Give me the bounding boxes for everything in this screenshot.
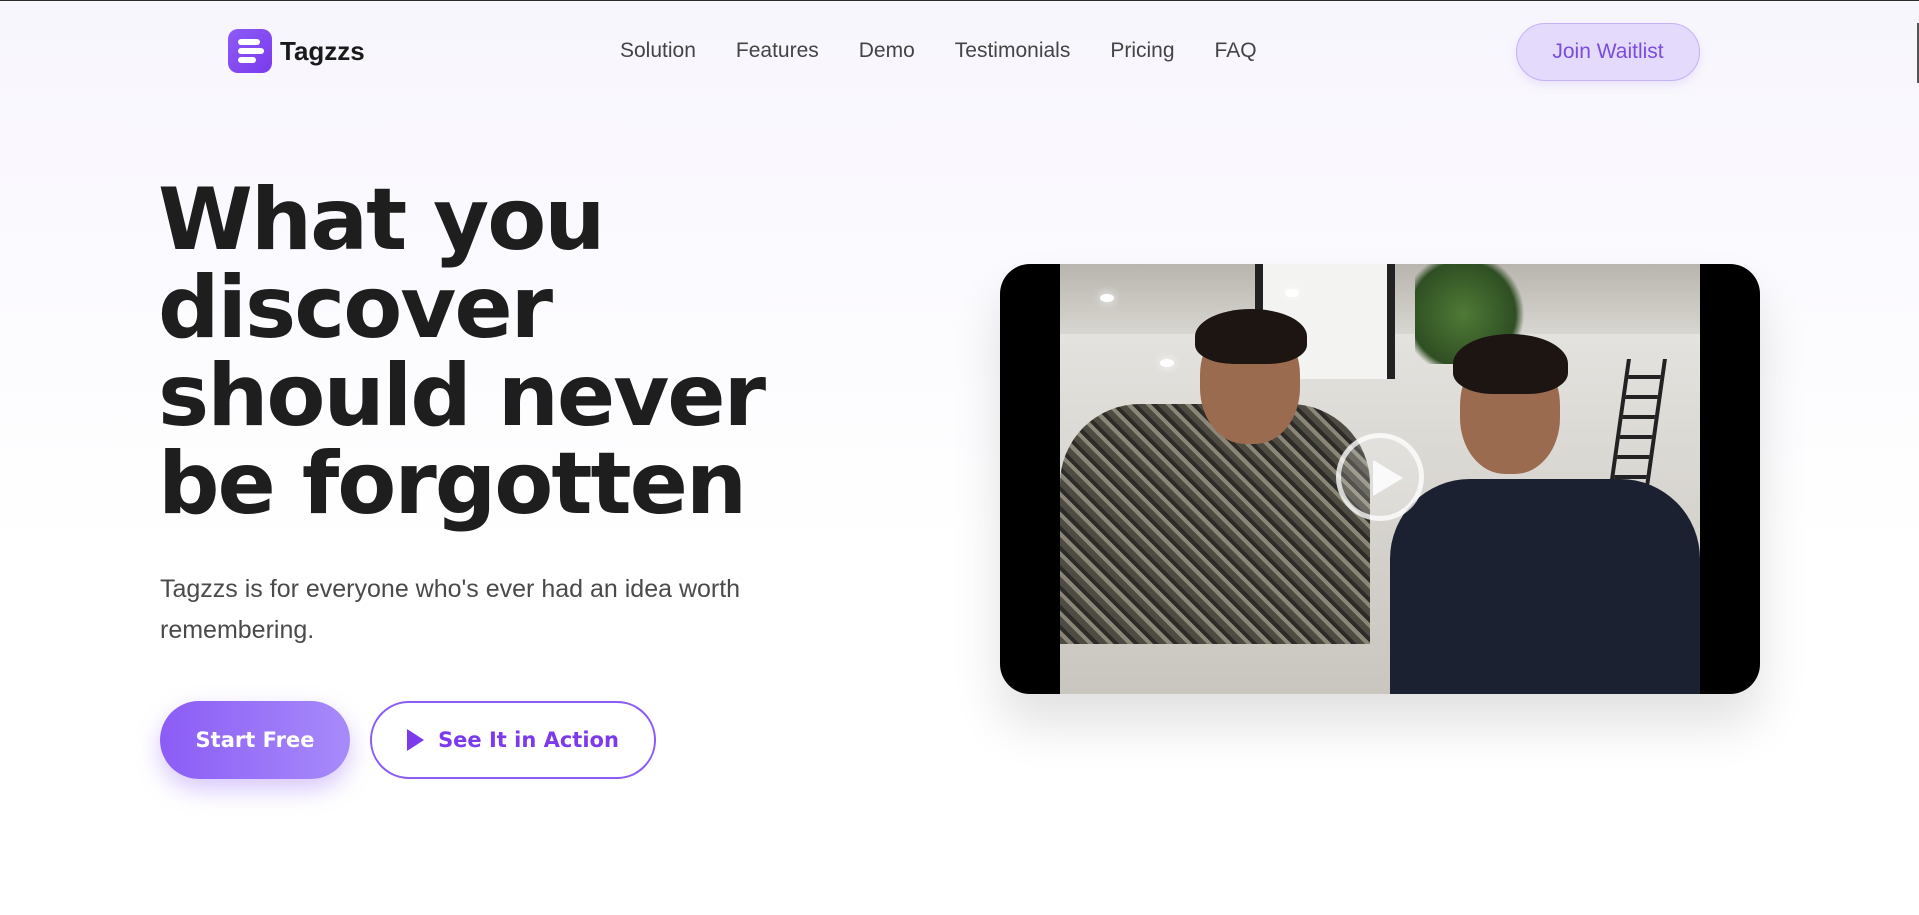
nav-link-pricing[interactable]: Pricing: [1110, 39, 1174, 63]
top-navbar: Tagzzs Solution Features Demo Testimonia…: [0, 1, 1919, 103]
nav-link-testimonials[interactable]: Testimonials: [955, 39, 1071, 63]
brand-logo[interactable]: Tagzzs: [228, 29, 365, 73]
brand-name: Tagzzs: [280, 35, 365, 66]
start-free-label: Start Free: [195, 728, 315, 752]
nav-link-demo[interactable]: Demo: [859, 39, 915, 63]
headline-line: discover: [158, 258, 553, 358]
play-circle-icon[interactable]: [1336, 433, 1424, 521]
nav-link-faq[interactable]: FAQ: [1215, 39, 1257, 63]
see-it-in-action-button[interactable]: See It in Action: [370, 701, 656, 779]
play-icon: [407, 729, 425, 751]
nav-links: Solution Features Demo Testimonials Pric…: [620, 39, 1297, 63]
nav-link-solution[interactable]: Solution: [620, 39, 696, 63]
nav-link-features[interactable]: Features: [736, 39, 819, 63]
join-waitlist-button[interactable]: Join Waitlist: [1516, 23, 1700, 81]
start-free-button[interactable]: Start Free: [160, 701, 350, 779]
headline-line: be forgotten: [158, 434, 747, 534]
hero-headline: What you discover should never be forgot…: [158, 176, 798, 528]
headline-line: What you: [158, 170, 606, 270]
headline-line: should never: [158, 346, 766, 446]
tagzzs-logo-icon: [228, 29, 272, 73]
see-it-in-action-label: See It in Action: [438, 728, 619, 752]
hero-subtext: Tagzzs is for everyone who's ever had an…: [160, 575, 741, 644]
